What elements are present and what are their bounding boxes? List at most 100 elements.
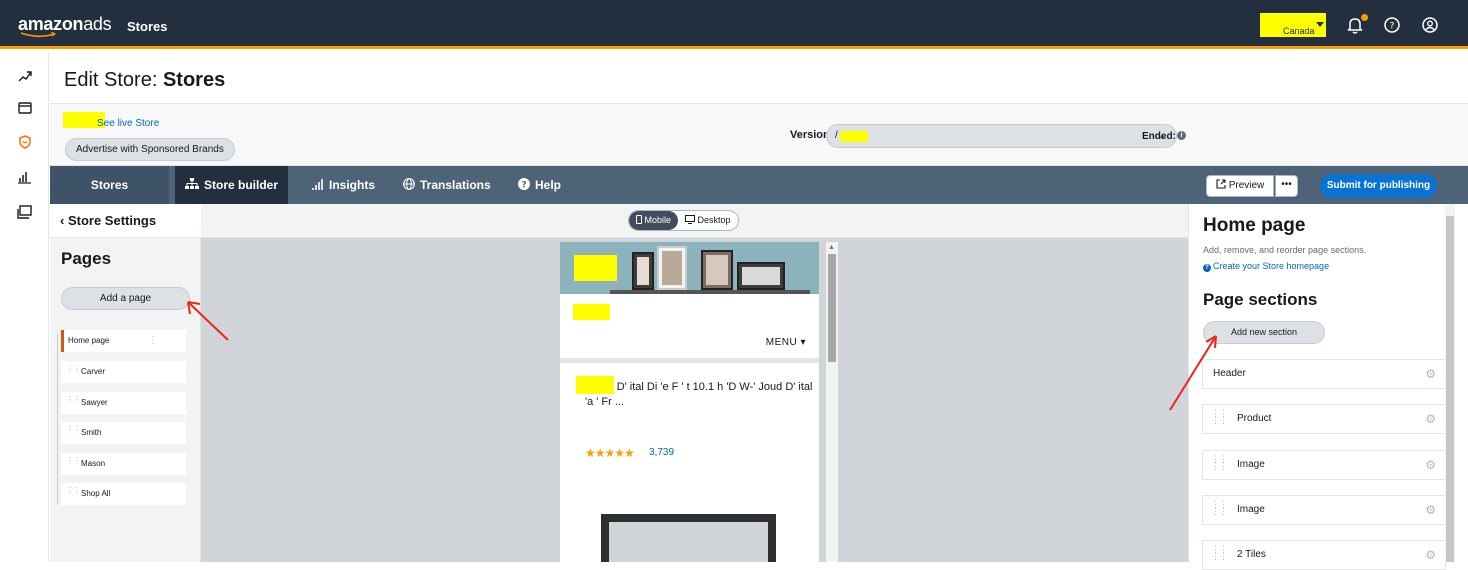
logo-ads-text: ads — [83, 14, 112, 34]
page-item-label: Smith — [81, 428, 102, 437]
help-icon[interactable]: ? — [1382, 15, 1402, 35]
tab-translations-label: Translations — [420, 178, 491, 192]
info-icon[interactable]: i — [1177, 131, 1186, 140]
shield-icon[interactable] — [17, 134, 33, 150]
drag-handle-icon[interactable]: ⋮⋮ — [66, 365, 81, 373]
submit-for-publishing-button[interactable]: Submit for publishing — [1320, 174, 1437, 198]
page-item-home[interactable]: Home page ⋮ — [61, 330, 186, 352]
phone-divider — [560, 358, 819, 363]
top-bar: amazonads Stores Canada ? — [0, 0, 1468, 49]
gear-icon[interactable]: ⚙ — [1425, 360, 1436, 388]
store-banner-image[interactable] — [560, 242, 819, 294]
store-settings-label: Store Settings — [67, 213, 157, 228]
version-select[interactable]: / ⌄ — [826, 124, 1177, 148]
advertise-sponsored-brands-button[interactable]: Advertise with Sponsored Brands — [65, 138, 235, 161]
menu-button[interactable]: MENU ▾ — [766, 337, 806, 348]
section-image[interactable]: ⋮⋮ ⋮⋮ Image ⚙ — [1202, 495, 1446, 525]
title-area: Edit Store: Stores — [50, 52, 1468, 104]
page-item-sawyer[interactable]: ⋮⋮ Sawyer — [61, 392, 186, 414]
panel-title: Home page — [1203, 215, 1306, 236]
store-subbar: See live Store Advertise with Sponsored … — [50, 104, 1468, 166]
section-header[interactable]: Header ⚙ — [1202, 359, 1446, 389]
page-item-carver[interactable]: ⋮⋮ Carver — [61, 361, 186, 383]
page-item-label: Sawyer — [81, 398, 108, 407]
version-redacted — [840, 131, 868, 142]
gear-icon[interactable]: ⚙ — [1425, 451, 1436, 479]
logo-main-text: amazon — [18, 14, 84, 34]
app-title[interactable]: Stores — [127, 19, 167, 34]
section-product[interactable]: ⋮⋮ ⋮⋮ Product ⚙ — [1202, 404, 1446, 434]
preview-button[interactable]: Preview — [1206, 175, 1274, 197]
toggle-desktop[interactable]: Desktop — [678, 211, 738, 230]
media-icon[interactable] — [17, 204, 33, 220]
toggle-mobile[interactable]: Mobile — [629, 211, 679, 230]
store-nav-bar: Stores Store builder Insights Translatio… — [50, 166, 1468, 204]
tab-help[interactable]: ? Help — [518, 166, 561, 204]
trend-icon[interactable] — [17, 68, 33, 84]
drag-handle-icon[interactable]: ⋮⋮ ⋮⋮ — [1211, 500, 1228, 516]
product-title[interactable]: C ' S ' D' ital Di 'e F ' t 10.1 h 'D W-… — [585, 380, 813, 410]
page-item-smith[interactable]: ⋮⋮ Smith — [61, 422, 186, 444]
scrollbar-thumb[interactable] — [1446, 216, 1454, 562]
svg-text:?: ? — [521, 181, 526, 191]
account-country: Canada — [1283, 26, 1315, 36]
bar-chart-icon[interactable] — [17, 169, 33, 185]
tab-insights-label: Insights — [329, 178, 376, 192]
preview-scrollbar[interactable]: ▲ — [826, 242, 838, 562]
wallet-icon[interactable] — [17, 100, 33, 116]
section-label: Product — [1237, 413, 1272, 424]
external-link-icon — [1216, 179, 1226, 189]
photo-frame — [737, 262, 785, 290]
scroll-up-arrow-icon[interactable]: ▲ — [828, 244, 835, 251]
drag-handle-icon[interactable]: ⋮⋮ ⋮⋮ — [1211, 545, 1228, 561]
page-item-label: Home page — [68, 336, 110, 345]
ended-label: Ended: — [1142, 131, 1176, 142]
drag-handle-icon[interactable]: ⋮⋮ — [66, 426, 81, 434]
drag-handle-icon[interactable]: ⋮⋮ ⋮⋮ — [1211, 455, 1228, 471]
tab-translations[interactable]: Translations — [403, 166, 491, 204]
tab-store-builder-label: Store builder — [204, 178, 279, 192]
help-circle-icon: ? — [1203, 264, 1211, 272]
drag-handle-icon[interactable]: ⋮⋮ — [66, 457, 81, 465]
toggle-desktop-label: Desktop — [697, 215, 731, 225]
tab-help-label: Help — [535, 178, 562, 192]
svg-text:?: ? — [1390, 22, 1395, 32]
more-options-button[interactable]: ••• — [1275, 175, 1298, 197]
add-page-button[interactable]: Add a page — [61, 287, 190, 310]
version-value: / — [835, 130, 838, 141]
tab-insights[interactable]: Insights — [312, 166, 375, 204]
page-title: Edit Store: Stores — [64, 69, 225, 92]
preview-label: Preview — [1228, 180, 1265, 191]
see-live-store-link[interactable]: See live Store — [97, 118, 159, 129]
help-link-label: Create your Store homepage — [1213, 261, 1330, 271]
section-2-tiles[interactable]: ⋮⋮ ⋮⋮ 2 Tiles ⚙ — [1202, 540, 1446, 570]
panel-scrollbar[interactable] — [1445, 204, 1455, 562]
device-toggle[interactable]: Mobile Desktop — [628, 210, 739, 231]
annotation-arrow-icon — [187, 301, 229, 341]
drag-handle-icon[interactable]: ⋮⋮ — [66, 396, 81, 404]
page-item-label: Shop All — [81, 489, 111, 498]
user-icon[interactable] — [1420, 15, 1440, 35]
question-icon: ? — [518, 178, 530, 190]
photo-frame — [701, 250, 733, 290]
section-image[interactable]: ⋮⋮ ⋮⋮ Image ⚙ — [1202, 450, 1446, 480]
page-item-shop-all[interactable]: ⋮⋮ Shop All — [61, 483, 186, 505]
product-image[interactable] — [601, 514, 776, 562]
store-settings-back-link[interactable]: ‹ Store Settings — [50, 204, 201, 238]
page-item-mason[interactable]: ⋮⋮ Mason — [61, 453, 186, 475]
drag-handle-icon[interactable]: ⋮⋮ — [66, 487, 81, 495]
scrollbar-thumb[interactable] — [828, 254, 836, 362]
brand-name-redacted — [573, 304, 610, 320]
tab-store-builder[interactable]: Store builder — [175, 166, 289, 204]
gear-icon[interactable]: ⚙ — [1425, 496, 1436, 524]
kebab-menu-icon[interactable]: ⋮ — [148, 330, 158, 352]
gear-icon[interactable]: ⚙ — [1425, 405, 1436, 433]
star-rating-icon: ★★★★★ — [585, 446, 635, 460]
create-homepage-help-link[interactable]: ? Create your Store homepage — [1203, 261, 1329, 272]
banner-logo-redacted — [574, 255, 617, 281]
gear-icon[interactable]: ⚙ — [1425, 541, 1436, 569]
section-label: 2 Tiles — [1237, 549, 1266, 560]
nav-stores[interactable]: Stores — [50, 166, 169, 204]
rating-count[interactable]: 3,739 — [649, 447, 674, 458]
shelf — [610, 290, 810, 294]
